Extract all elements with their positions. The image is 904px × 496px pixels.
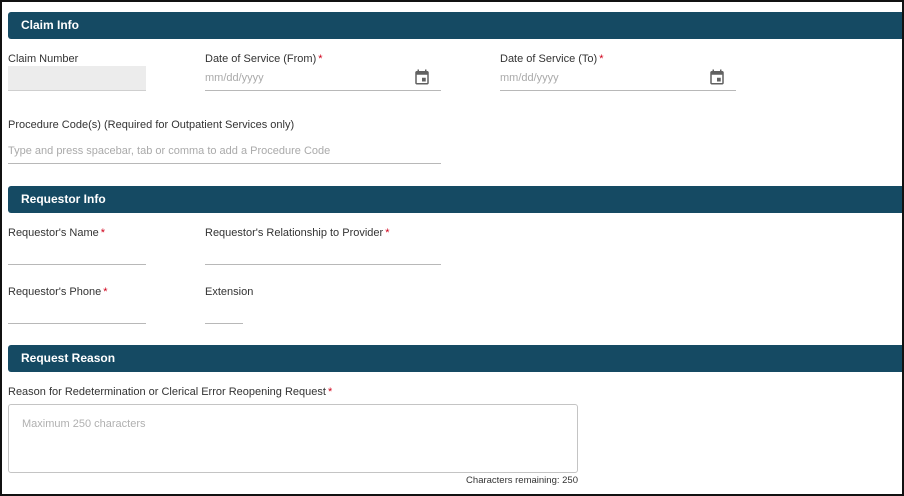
required-marker: * xyxy=(103,286,108,298)
dos-from-field[interactable]: mm/dd/yyyy xyxy=(205,66,441,91)
procedure-code-placeholder: Type and press spacebar, tab or comma to… xyxy=(8,145,331,157)
required-marker: * xyxy=(318,53,323,65)
reason-placeholder: Maximum 250 characters xyxy=(22,418,146,430)
required-marker: * xyxy=(385,227,390,239)
requestor-relationship-label: Requestor's Relationship to Provider * xyxy=(205,227,390,239)
required-marker: * xyxy=(100,227,106,239)
characters-remaining: Characters remaining: 250 xyxy=(466,475,578,486)
reason-textarea[interactable]: Maximum 250 characters xyxy=(8,404,578,473)
section-header-request-reason: Request Reason xyxy=(8,345,902,372)
section-header-claim-info: Claim Info xyxy=(8,12,902,39)
section-header-requestor-info: Requestor Info xyxy=(8,186,902,213)
calendar-icon[interactable] xyxy=(708,68,726,86)
requestor-relationship-input[interactable] xyxy=(205,242,441,265)
procedure-code-input[interactable]: Type and press spacebar, tab or comma to… xyxy=(8,138,441,164)
extension-label: Extension xyxy=(205,286,254,298)
claim-form: Claim Info Claim Number Date of Service … xyxy=(0,0,904,496)
reason-label: Reason for Redetermination or Clerical E… xyxy=(8,386,333,398)
dos-to-placeholder: mm/dd/yyyy xyxy=(500,72,559,84)
required-marker: * xyxy=(327,386,333,398)
requestor-phone-label: Requestor's Phone * xyxy=(8,286,108,298)
requestor-phone-input[interactable] xyxy=(8,301,146,324)
dos-to-field[interactable]: mm/dd/yyyy xyxy=(500,66,736,91)
calendar-icon[interactable] xyxy=(413,68,431,86)
claim-number-label: Claim Number xyxy=(8,53,79,65)
dos-from-placeholder: mm/dd/yyyy xyxy=(205,72,264,84)
dos-from-label: Date of Service (From) * xyxy=(205,53,323,65)
claim-number-field[interactable] xyxy=(8,66,146,91)
procedure-code-label: Procedure Code(s) (Required for Outpatie… xyxy=(8,119,295,131)
extension-input[interactable] xyxy=(205,301,243,324)
required-marker: * xyxy=(599,53,604,65)
requestor-name-input[interactable] xyxy=(8,242,146,265)
requestor-name-label: Requestor's Name * xyxy=(8,227,106,239)
dos-to-label: Date of Service (To) * xyxy=(500,53,604,65)
